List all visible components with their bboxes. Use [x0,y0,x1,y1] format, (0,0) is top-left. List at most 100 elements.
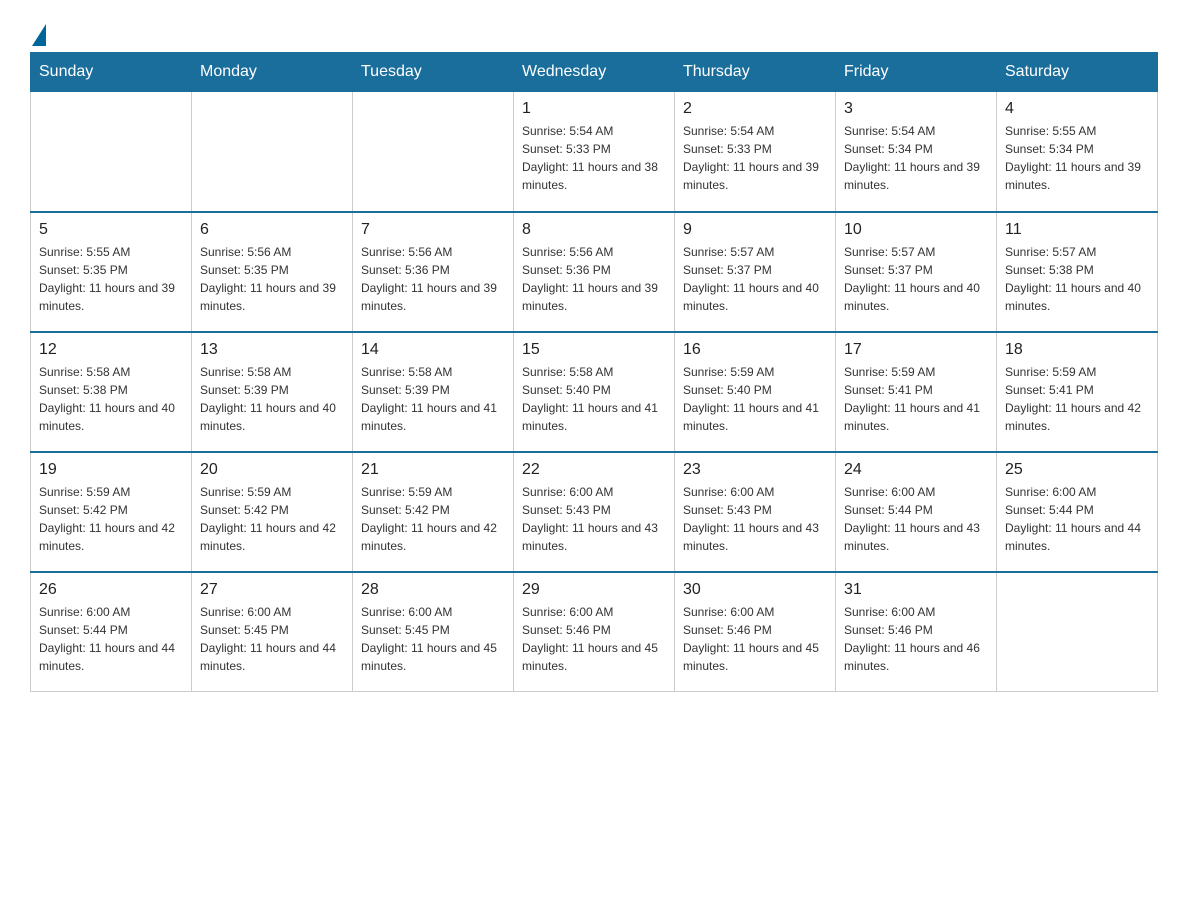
calendar-week-row: 12Sunrise: 5:58 AM Sunset: 5:38 PM Dayli… [31,332,1158,452]
day-number: 3 [844,100,988,118]
day-number: 2 [683,100,827,118]
calendar-cell: 17 Sunrise: 5:59 AM Sunset: 5:41 PM Dayli… [836,332,997,452]
calendar-cell [997,572,1158,692]
day-info: Sunrise: 5:57 AM Sunset: 5:38 PM Dayligh… [1005,243,1149,315]
day-info: Sunrise: 6:00 AM Sunset: 5:44 PM Dayligh… [1005,483,1149,555]
day-info: Sunrise: 6:00 AM Sunset: 5:46 PM Dayligh… [683,603,827,675]
day-info: Sunrise: 5:56 AM Sunset: 5:36 PM Dayligh… [361,243,505,315]
calendar-cell: 10Sunrise: 5:57 AM Sunset: 5:37 PM Dayli… [836,212,997,332]
day-number: 15 [522,341,666,359]
column-header-monday: Monday [192,53,353,92]
calendar-cell: 5 Sunrise: 5:55 AM Sunset: 5:35 PM Daylig… [31,212,192,332]
calendar-cell: 19 Sunrise: 5:59 AM Sunset: 5:42 PM Dayli… [31,452,192,572]
day-number: 28 [361,581,505,599]
calendar-cell: 30 Sunrise: 6:00 AM Sunset: 5:46 PM Dayli… [675,572,836,692]
day-info: Sunrise: 6:00 AM Sunset: 5:45 PM Dayligh… [200,603,344,675]
day-info: Sunrise: 5:56 AM Sunset: 5:35 PM Dayligh… [200,243,344,315]
day-info: Sunrise: 5:55 AM Sunset: 5:35 PM Dayligh… [39,243,183,315]
day-number: 25 [1005,461,1149,479]
day-info: Sunrise: 5:57 AM Sunset: 5:37 PM Dayligh… [683,243,827,315]
calendar-cell: 6 Sunrise: 5:56 AM Sunset: 5:35 PM Daylig… [192,212,353,332]
day-info: Sunrise: 5:54 AM Sunset: 5:33 PM Dayligh… [522,122,666,194]
day-info: Sunrise: 6:00 AM Sunset: 5:45 PM Dayligh… [361,603,505,675]
day-number: 19 [39,461,183,479]
calendar-cell: 13 Sunrise: 5:58 AM Sunset: 5:39 PM Dayli… [192,332,353,452]
day-info: Sunrise: 6:00 AM Sunset: 5:44 PM Dayligh… [844,483,988,555]
calendar-cell: 9 Sunrise: 5:57 AM Sunset: 5:37 PM Daylig… [675,212,836,332]
day-info: Sunrise: 6:00 AM Sunset: 5:46 PM Dayligh… [844,603,988,675]
day-info: Sunrise: 5:59 AM Sunset: 5:42 PM Dayligh… [361,483,505,555]
day-info: Sunrise: 6:00 AM Sunset: 5:43 PM Dayligh… [683,483,827,555]
calendar-week-row: 19 Sunrise: 5:59 AM Sunset: 5:42 PM Dayli… [31,452,1158,572]
calendar-cell: 18 Sunrise: 5:59 AM Sunset: 5:41 PM Dayli… [997,332,1158,452]
calendar-header-row: SundayMondayTuesdayWednesdayThursdayFrid… [31,53,1158,92]
day-number: 13 [200,341,344,359]
day-number: 21 [361,461,505,479]
calendar-cell: 7 Sunrise: 5:56 AM Sunset: 5:36 PM Daylig… [353,212,514,332]
day-number: 29 [522,581,666,599]
day-number: 14 [361,341,505,359]
day-number: 10 [844,221,988,239]
day-number: 31 [844,581,988,599]
day-info: Sunrise: 5:58 AM Sunset: 5:38 PM Dayligh… [39,363,183,435]
day-number: 18 [1005,341,1149,359]
column-header-saturday: Saturday [997,53,1158,92]
day-number: 16 [683,341,827,359]
calendar-cell [353,92,514,212]
day-info: Sunrise: 5:56 AM Sunset: 5:36 PM Dayligh… [522,243,666,315]
calendar-cell: 3 Sunrise: 5:54 AM Sunset: 5:34 PM Daylig… [836,92,997,212]
day-info: Sunrise: 6:00 AM Sunset: 5:43 PM Dayligh… [522,483,666,555]
column-header-sunday: Sunday [31,53,192,92]
calendar-cell: 25 Sunrise: 6:00 AM Sunset: 5:44 PM Dayli… [997,452,1158,572]
calendar-cell: 31 Sunrise: 6:00 AM Sunset: 5:46 PM Dayli… [836,572,997,692]
day-info: Sunrise: 5:59 AM Sunset: 5:42 PM Dayligh… [200,483,344,555]
calendar-cell [31,92,192,212]
day-info: Sunrise: 5:58 AM Sunset: 5:39 PM Dayligh… [200,363,344,435]
logo-triangle-icon [32,24,46,46]
day-number: 22 [522,461,666,479]
calendar-cell: 11Sunrise: 5:57 AM Sunset: 5:38 PM Dayli… [997,212,1158,332]
calendar-week-row: 5 Sunrise: 5:55 AM Sunset: 5:35 PM Daylig… [31,212,1158,332]
day-info: Sunrise: 5:59 AM Sunset: 5:40 PM Dayligh… [683,363,827,435]
calendar-cell: 22 Sunrise: 6:00 AM Sunset: 5:43 PM Dayli… [514,452,675,572]
page-header [30,20,1158,42]
day-info: Sunrise: 5:54 AM Sunset: 5:34 PM Dayligh… [844,122,988,194]
calendar-cell: 29 Sunrise: 6:00 AM Sunset: 5:46 PM Dayli… [514,572,675,692]
day-number: 27 [200,581,344,599]
calendar-cell: 4Sunrise: 5:55 AM Sunset: 5:34 PM Daylig… [997,92,1158,212]
day-number: 5 [39,221,183,239]
day-info: Sunrise: 5:59 AM Sunset: 5:41 PM Dayligh… [1005,363,1149,435]
day-info: Sunrise: 5:59 AM Sunset: 5:41 PM Dayligh… [844,363,988,435]
calendar-cell: 2 Sunrise: 5:54 AM Sunset: 5:33 PM Daylig… [675,92,836,212]
column-header-friday: Friday [836,53,997,92]
day-info: Sunrise: 5:59 AM Sunset: 5:42 PM Dayligh… [39,483,183,555]
calendar-cell: 23 Sunrise: 6:00 AM Sunset: 5:43 PM Dayli… [675,452,836,572]
calendar-cell: 15Sunrise: 5:58 AM Sunset: 5:40 PM Dayli… [514,332,675,452]
day-number: 4 [1005,100,1149,118]
day-number: 24 [844,461,988,479]
day-number: 30 [683,581,827,599]
day-number: 17 [844,341,988,359]
calendar-cell: 24 Sunrise: 6:00 AM Sunset: 5:44 PM Dayli… [836,452,997,572]
calendar-week-row: 1 Sunrise: 5:54 AM Sunset: 5:33 PM Daylig… [31,92,1158,212]
day-info: Sunrise: 5:54 AM Sunset: 5:33 PM Dayligh… [683,122,827,194]
day-number: 9 [683,221,827,239]
day-info: Sunrise: 6:00 AM Sunset: 5:46 PM Dayligh… [522,603,666,675]
day-number: 7 [361,221,505,239]
calendar-table: SundayMondayTuesdayWednesdayThursdayFrid… [30,52,1158,692]
calendar-cell: 14Sunrise: 5:58 AM Sunset: 5:39 PM Dayli… [353,332,514,452]
logo [30,20,46,42]
column-header-wednesday: Wednesday [514,53,675,92]
day-number: 20 [200,461,344,479]
day-number: 1 [522,100,666,118]
calendar-cell: 16 Sunrise: 5:59 AM Sunset: 5:40 PM Dayli… [675,332,836,452]
calendar-cell [192,92,353,212]
day-number: 6 [200,221,344,239]
calendar-cell: 28 Sunrise: 6:00 AM Sunset: 5:45 PM Dayli… [353,572,514,692]
calendar-cell: 20 Sunrise: 5:59 AM Sunset: 5:42 PM Dayli… [192,452,353,572]
calendar-cell: 27 Sunrise: 6:00 AM Sunset: 5:45 PM Dayli… [192,572,353,692]
day-info: Sunrise: 6:00 AM Sunset: 5:44 PM Dayligh… [39,603,183,675]
day-number: 23 [683,461,827,479]
day-number: 26 [39,581,183,599]
day-number: 8 [522,221,666,239]
